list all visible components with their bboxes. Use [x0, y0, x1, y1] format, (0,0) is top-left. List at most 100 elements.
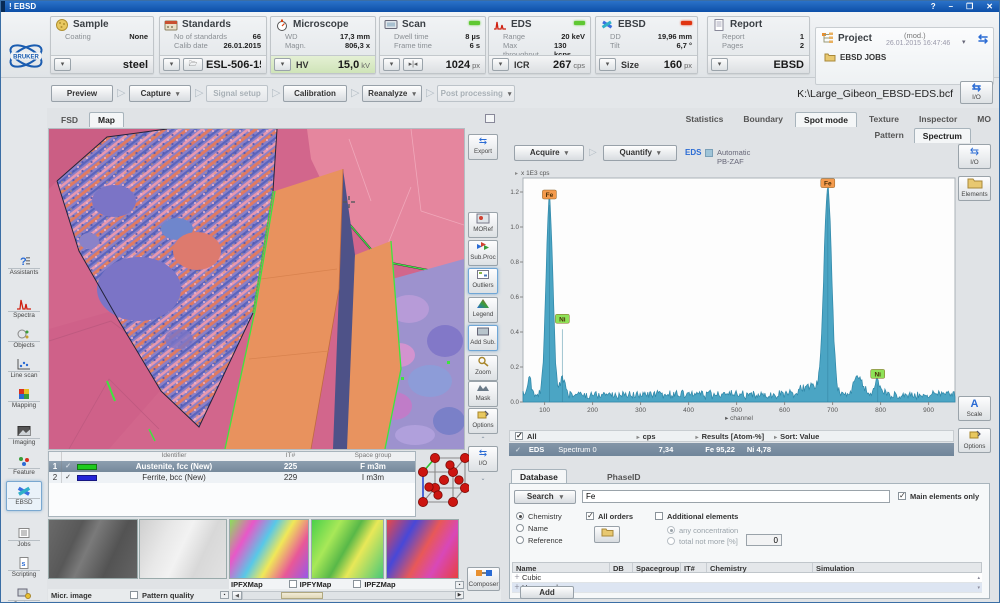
all-checkbox[interactable]	[515, 432, 523, 440]
thumbnail-pattern-quality[interactable]	[139, 519, 227, 579]
legend-button[interactable]: Legend	[468, 297, 498, 323]
outliers-button[interactable]: Outliers	[468, 268, 498, 294]
thumbnail-ipfx-map[interactable]	[229, 519, 309, 579]
sidebar-item-mapping[interactable]: Mapping	[6, 384, 42, 414]
thumbnail-ipfy-map[interactable]	[311, 519, 384, 579]
scan-dropdown[interactable]	[383, 58, 400, 71]
acquire-button[interactable]: Acquire▾	[514, 145, 584, 161]
sidebar-item-spectra[interactable]: Spectra	[6, 294, 42, 324]
elements-button[interactable]: Elements	[958, 176, 991, 201]
calibration-button[interactable]: Calibration	[283, 85, 347, 102]
ebsd-size-value[interactable]: 160px	[639, 59, 692, 71]
crystal-structure-view[interactable]	[417, 448, 469, 518]
map-io-button[interactable]: ⇆I/O	[468, 446, 498, 472]
phase-row-austenite[interactable]: 1✓ Austenite, fcc (New) 225 F m3m	[49, 461, 415, 472]
sidebar-item-assistants[interactable]: ? Assistants	[6, 251, 42, 281]
ipfz-checkbox[interactable]	[353, 580, 361, 588]
sidebar-item-jobs[interactable]: Jobs	[6, 523, 42, 553]
thumb-expand-icon[interactable]: ▪	[455, 581, 464, 589]
search-button[interactable]: Search▾	[514, 490, 576, 504]
ebsd-dropdown[interactable]	[599, 58, 616, 71]
subproc-button[interactable]: Sub.Proc	[468, 240, 498, 266]
collapse-down-icon[interactable]: ⌄	[475, 476, 491, 483]
eds-dropdown[interactable]	[492, 58, 509, 71]
ipfy-checkbox[interactable]	[289, 580, 297, 588]
col-it[interactable]: IT#	[681, 563, 707, 572]
sidebar-item-system[interactable]: System	[6, 583, 42, 603]
spectrum-chart[interactable]: 100200300400500600700800900▸ channel0.00…	[507, 168, 959, 422]
composer-button[interactable]: Composer	[467, 567, 500, 591]
thumbnail-micr-image[interactable]	[48, 519, 138, 579]
ebsd-orientation-map[interactable]	[49, 129, 464, 449]
sidebar-item-scripting[interactable]: s Scripting	[6, 553, 42, 583]
tab-map[interactable]: Map	[89, 112, 124, 127]
col-db[interactable]: DB	[610, 563, 633, 572]
report-dropdown[interactable]	[711, 58, 728, 71]
standards-value[interactable]: ESL-506-15	[206, 59, 261, 71]
scan-size-value[interactable]: 1024px	[426, 59, 480, 71]
results-column[interactable]: Results [Atom-%]	[696, 432, 765, 441]
quantify-button[interactable]: Quantify▾	[603, 145, 677, 161]
reference-radio[interactable]	[516, 536, 524, 544]
tab-spot-mode[interactable]: Spot mode	[795, 112, 857, 127]
report-target[interactable]: EBSD	[731, 59, 804, 71]
subtab-pattern[interactable]: Pattern	[866, 128, 911, 143]
all-orders-checkbox[interactable]	[586, 512, 594, 520]
tab-database[interactable]: Database	[511, 469, 567, 484]
capture-button[interactable]: Capture▾	[129, 85, 191, 102]
scroll-up-icon[interactable]: ▴	[977, 573, 980, 582]
sidebar-item-ebsd[interactable]: EBSD	[6, 481, 42, 511]
microscope-dropdown[interactable]	[274, 58, 291, 71]
sidebar-item-line-scan[interactable]: Line scan	[6, 354, 42, 384]
close-button[interactable]: ✕	[986, 1, 993, 12]
sample-dropdown[interactable]	[54, 58, 71, 71]
tab-fsd[interactable]: FSD	[53, 113, 86, 128]
col-spacegroup[interactable]: Spacegroup	[633, 563, 681, 572]
search-input[interactable]	[582, 490, 890, 503]
reanalyze-button[interactable]: Reanalyze▾	[362, 85, 422, 102]
sort-column[interactable]: Sort: Value	[774, 432, 819, 441]
chemistry-radio[interactable]	[516, 512, 524, 520]
total-value-input[interactable]	[746, 534, 782, 546]
results-options-button[interactable]: Options	[958, 428, 991, 453]
scrollbar-thumb[interactable]	[281, 592, 323, 599]
project-jobs-item[interactable]: EBSD JOBS	[840, 53, 886, 62]
zoom-button[interactable]: Zoom	[468, 355, 498, 381]
main-elements-checkbox[interactable]	[898, 492, 906, 500]
col-chemistry[interactable]: Chemistry	[707, 563, 813, 572]
cps-column[interactable]: cps	[637, 432, 656, 441]
hv-value[interactable]: 15,0kV	[309, 59, 370, 71]
tab-inspector[interactable]: Inspector	[911, 112, 965, 127]
help-button[interactable]: ?	[931, 1, 936, 12]
collapse-up-icon[interactable]: ⌃	[475, 437, 491, 444]
scroll-down-icon[interactable]: ▾	[977, 583, 980, 592]
standards-library-button[interactable]: 🗁	[183, 58, 203, 71]
export-button[interactable]: ⇆Export	[468, 134, 498, 160]
phase-row-ferrite[interactable]: 2✓ Ferrite, bcc (New) 229 I m3m	[49, 472, 415, 483]
structure-folder-button[interactable]	[594, 526, 620, 543]
db-row-cubic[interactable]: ＋Cubic ▴	[512, 573, 982, 583]
scan-resolution-button[interactable]: ▸|◂	[403, 58, 423, 71]
name-radio[interactable]	[516, 524, 524, 532]
mask-button[interactable]: Mask	[468, 381, 498, 407]
add-button[interactable]: Add	[520, 586, 574, 599]
spectrum-io-button[interactable]: ⇆I/O	[958, 144, 991, 169]
post-processing-button[interactable]: Post processing▾	[437, 85, 515, 102]
thumb-options-icon[interactable]: ▪	[220, 591, 229, 599]
moref-button[interactable]: MORef	[468, 212, 498, 238]
col-name[interactable]: Name	[513, 563, 610, 572]
tab-mo[interactable]: MO	[969, 112, 999, 127]
additional-elements-checkbox[interactable]	[655, 512, 663, 520]
standards-dropdown[interactable]	[163, 58, 180, 71]
scroll-right-icon[interactable]: ▶	[455, 591, 464, 599]
tab-statistics[interactable]: Statistics	[678, 112, 732, 127]
any-concentration-radio[interactable]	[667, 526, 675, 534]
sidebar-item-objects[interactable]: Objects	[6, 324, 42, 354]
sample-value[interactable]: steel	[74, 59, 148, 71]
scale-button[interactable]: AScale	[958, 396, 991, 421]
io-button-top[interactable]: ⇆I/O	[960, 81, 993, 104]
sidebar-item-feature[interactable]: Feature	[6, 451, 42, 481]
thumbnail-scrollbar[interactable]: ◀	[232, 591, 462, 600]
spectrum-result-row[interactable]: ✓ EDS Spectrum 0 7,34 Fe 95,22 Ni 4,78	[509, 443, 954, 456]
preview-button[interactable]: Preview	[51, 85, 113, 102]
